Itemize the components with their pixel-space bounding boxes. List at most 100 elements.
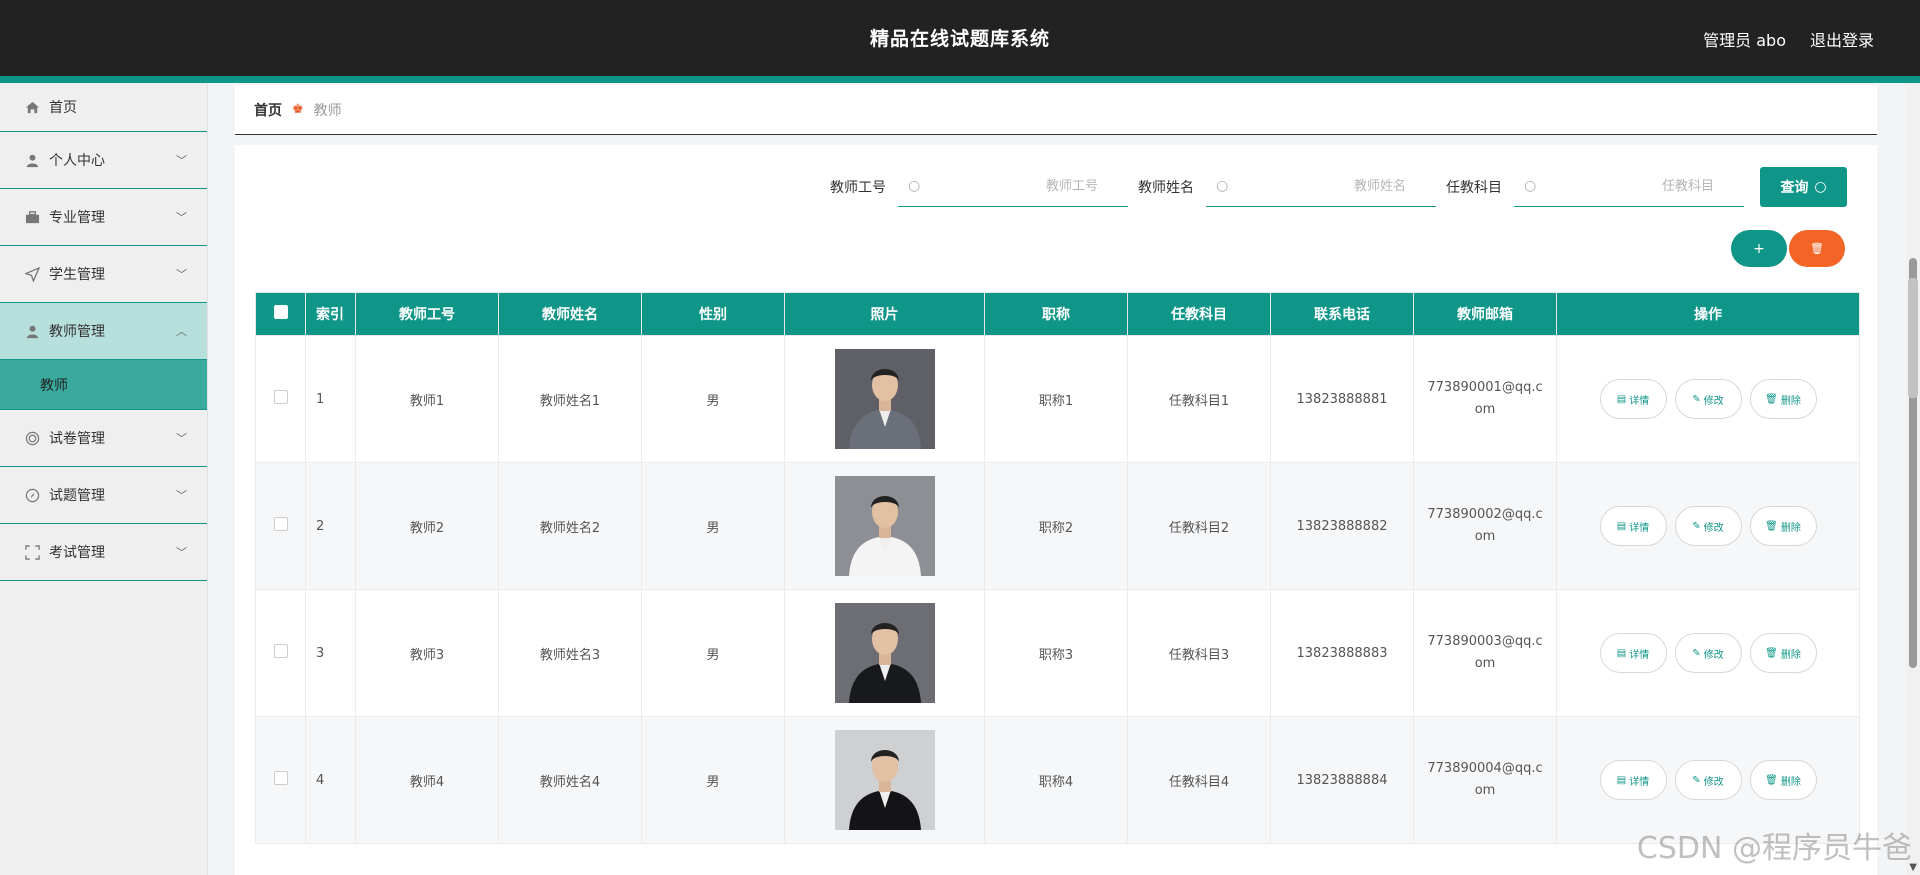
search-label: 教师工号 bbox=[830, 180, 886, 196]
detail-button[interactable]: ▤ 详情 bbox=[1599, 379, 1667, 419]
document-icon: ▤ bbox=[1616, 520, 1627, 532]
sidebar-subitem-teacher[interactable]: 教师 bbox=[0, 360, 207, 410]
logout-link[interactable]: 退出登录 bbox=[1810, 27, 1874, 51]
query-button-label: 查询 bbox=[1780, 180, 1809, 196]
pencil-icon: ✎ bbox=[1692, 647, 1701, 659]
sidebar-item-home[interactable]: 首页 bbox=[0, 83, 207, 132]
delete-label: 删除 bbox=[1780, 395, 1801, 407]
cell-index: 1 bbox=[305, 335, 356, 463]
row-checkbox[interactable] bbox=[273, 517, 288, 531]
delete-button[interactable]: 🗑 删除 bbox=[1749, 506, 1817, 546]
scan-icon bbox=[24, 544, 40, 560]
sidebar-item-major[interactable]: 专业管理 ﹀ bbox=[0, 189, 207, 246]
teacher-photo bbox=[834, 603, 935, 703]
search-icon: ○ bbox=[1524, 178, 1537, 194]
sidebar-item-student[interactable]: 学生管理 ﹀ bbox=[0, 246, 207, 303]
search-box: ○ bbox=[898, 167, 1128, 207]
sidebar-item-exam[interactable]: 考试管理 ﹀ bbox=[0, 524, 207, 581]
trash-icon: 🗑 bbox=[1765, 774, 1778, 786]
chevron-down-icon: ﹀ bbox=[176, 546, 187, 559]
subject-input[interactable] bbox=[1514, 167, 1744, 206]
sidebar-item-label: 考试管理 bbox=[49, 545, 105, 561]
cell-phone: 13823888884 bbox=[1270, 716, 1414, 844]
column-header: 索引 bbox=[305, 292, 356, 336]
edit-label: 修改 bbox=[1703, 395, 1724, 407]
sidebar-item-label: 试题管理 bbox=[49, 488, 105, 504]
breadcrumb-home[interactable]: 首页 bbox=[254, 100, 282, 120]
vertical-scrollbar[interactable]: ▼ bbox=[1906, 83, 1920, 875]
cell-teacher-name: 教师姓名3 bbox=[498, 589, 642, 717]
user-icon bbox=[24, 323, 40, 339]
detail-label: 详情 bbox=[1629, 776, 1650, 788]
row-select-cell bbox=[255, 462, 306, 590]
column-header: 操作 bbox=[1556, 292, 1860, 336]
detail-button[interactable]: ▤ 详情 bbox=[1599, 760, 1667, 800]
column-header: 任教科目 bbox=[1127, 292, 1271, 336]
edit-label: 修改 bbox=[1703, 522, 1724, 534]
delete-button[interactable]: 🗑 删除 bbox=[1749, 379, 1817, 419]
detail-label: 详情 bbox=[1629, 395, 1650, 407]
row-checkbox[interactable] bbox=[273, 390, 288, 404]
cell-gender: 男 bbox=[641, 335, 785, 463]
row-checkbox[interactable] bbox=[273, 644, 288, 658]
action-row: + 🗑 bbox=[1731, 230, 1845, 267]
table-body: 1 教师1 教师姓名1 男职称1 任教科目1 13823888881 773890001@q… bbox=[255, 335, 1860, 844]
chevron-down-icon: ﹀ bbox=[176, 432, 187, 445]
column-header: 联系电话 bbox=[1270, 292, 1414, 336]
breadcrumb: 首页 ♚ 教师 bbox=[235, 85, 1877, 135]
edit-button[interactable]: ✎ 修改 bbox=[1674, 633, 1742, 673]
detail-button[interactable]: ▤ 详情 bbox=[1599, 633, 1667, 673]
delete-label: 删除 bbox=[1780, 522, 1801, 534]
sidebar-item-paper[interactable]: 试卷管理 ﹀ bbox=[0, 410, 207, 467]
document-icon: ▤ bbox=[1616, 647, 1627, 659]
sidebar-item-personal-center[interactable]: 个人中心 ﹀ bbox=[0, 132, 207, 189]
delete-button[interactable]: 🗑 删除 bbox=[1749, 760, 1817, 800]
sidebar-item-label: 教师管理 bbox=[49, 324, 105, 340]
search-icon: ○ bbox=[908, 178, 921, 194]
cell-phone: 13823888882 bbox=[1270, 462, 1414, 590]
cell-title: 职称1 bbox=[984, 335, 1128, 463]
select-all-checkbox[interactable] bbox=[273, 305, 288, 319]
edit-button[interactable]: ✎ 修改 bbox=[1674, 760, 1742, 800]
column-header: 教师工号 bbox=[355, 292, 499, 336]
cell-email: 773890003@qq.com bbox=[1413, 589, 1557, 717]
query-button[interactable]: 查询 ○ bbox=[1760, 167, 1847, 207]
table-row: 1 教师1 教师姓名1 男 职称1 任教科目1 13823888881 773890001@q… bbox=[255, 335, 1860, 463]
cell-operations: ▤ 详情 ✎ 修改 🗑 删除 bbox=[1556, 335, 1860, 463]
cell-index: 3 bbox=[305, 589, 356, 717]
trash-icon: 🗑 bbox=[1765, 393, 1778, 405]
add-button[interactable]: + bbox=[1731, 230, 1787, 267]
cell-teacher-id: 教师3 bbox=[355, 589, 499, 717]
row-checkbox[interactable] bbox=[273, 771, 288, 785]
briefcase-icon bbox=[24, 209, 40, 225]
column-header: 职称 bbox=[984, 292, 1128, 336]
cell-email: 773890001@qq.com bbox=[1413, 335, 1557, 463]
email-text: 773890003@qq.com bbox=[1427, 634, 1543, 671]
search-group-name: 教师姓名 ○ bbox=[1138, 167, 1436, 207]
trash-icon: 🗑 bbox=[1765, 647, 1778, 659]
teacher-id-input[interactable] bbox=[898, 167, 1128, 206]
email-text: 773890002@qq.com bbox=[1427, 507, 1543, 544]
user-area: 管理员 abo 退出登录 bbox=[1703, 27, 1874, 51]
teacher-table: 索引 教师工号 教师姓名 性别 照片 职称 任教科目 联系电话 教师邮箱 操作 … bbox=[255, 292, 1860, 844]
sidebar-item-teacher[interactable]: 教师管理 ︿ bbox=[0, 303, 207, 360]
edit-button[interactable]: ✎ 修改 bbox=[1674, 506, 1742, 546]
cell-title: 职称4 bbox=[984, 716, 1128, 844]
sidebar-item-label: 学生管理 bbox=[49, 267, 105, 283]
detail-button[interactable]: ▤ 详情 bbox=[1599, 506, 1667, 546]
edit-label: 修改 bbox=[1703, 776, 1724, 788]
cell-teacher-id: 教师2 bbox=[355, 462, 499, 590]
search-box: ○ bbox=[1206, 167, 1436, 207]
teacher-name-input[interactable] bbox=[1206, 167, 1436, 206]
select-all-cell bbox=[255, 292, 306, 336]
chevron-up-icon: ︿ bbox=[176, 325, 187, 338]
sidebar-item-question[interactable]: 试题管理 ﹀ bbox=[0, 467, 207, 524]
cell-teacher-name: 教师姓名4 bbox=[498, 716, 642, 844]
target-icon bbox=[24, 430, 40, 446]
cell-index: 4 bbox=[305, 716, 356, 844]
delete-button[interactable]: 🗑 删除 bbox=[1749, 633, 1817, 673]
crown-icon: ♚ bbox=[292, 102, 304, 117]
batch-delete-button[interactable]: 🗑 bbox=[1789, 230, 1845, 267]
search-group-id: 教师工号 ○ bbox=[830, 167, 1128, 207]
edit-button[interactable]: ✎ 修改 bbox=[1674, 379, 1742, 419]
